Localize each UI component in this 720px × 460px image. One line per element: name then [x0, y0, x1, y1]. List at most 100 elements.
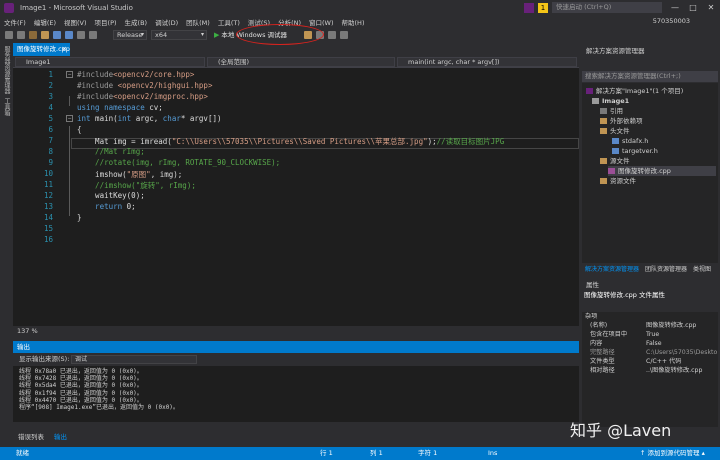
property-row[interactable]: 完整路径 C:\Users\57035\Deskto: [582, 348, 718, 357]
code-line-11: //imshow("旋转", rImg);: [77, 181, 196, 190]
tree-item-solution[interactable]: 解决方案"Image1"(1 个项目): [586, 86, 683, 96]
tab-class-view[interactable]: 类视图: [690, 264, 714, 275]
configuration-select[interactable]: Release: [113, 30, 147, 40]
notification-flag-icon[interactable]: 1: [538, 2, 548, 13]
right-panel-tabs: 解决方案资源管理器 团队资源管理器 类视图: [582, 264, 718, 275]
line-number: 15: [43, 224, 53, 233]
tab-team-explorer[interactable]: 团队资源管理器: [642, 264, 690, 275]
references-icon: [600, 108, 607, 114]
menu-team[interactable]: 团队(M): [182, 17, 214, 27]
output-source-bar: 显示输出来源(S): 调试: [13, 353, 579, 366]
line-number: 10: [43, 169, 53, 178]
output-source-select[interactable]: 调试: [71, 355, 197, 364]
project-nav-select[interactable]: Image1: [15, 57, 205, 67]
project-icon: [592, 98, 599, 104]
undo-icon[interactable]: [77, 31, 85, 39]
scope-nav-select[interactable]: (全局范围): [207, 57, 395, 67]
line-number: 5: [48, 114, 53, 123]
properties-subject[interactable]: 图像旋转修改.cpp 文件属性: [582, 290, 718, 300]
tab-solution-explorer[interactable]: 解决方案资源管理器: [582, 264, 642, 275]
tree-item-source-files[interactable]: 源文件: [600, 156, 630, 166]
document-tab[interactable]: 图像旋转修改.cpp ✕: [13, 43, 70, 56]
save-icon[interactable]: [53, 31, 61, 39]
menu-help[interactable]: 帮助(H): [338, 17, 369, 27]
line-number: 3: [48, 92, 53, 101]
tab-output[interactable]: 输出: [49, 432, 72, 443]
toolbox-tab[interactable]: 工具箱: [2, 98, 11, 116]
collapse-main-icon[interactable]: −: [66, 115, 73, 122]
folder-icon: [600, 178, 607, 184]
property-row[interactable]: 文件类型 C/C++ 代码: [582, 357, 718, 366]
server-explorer-tab[interactable]: 服务器资源管理器: [2, 46, 11, 94]
watermark: 知乎 @Laven: [570, 421, 672, 440]
status-line: 行 1: [320, 449, 333, 457]
maximize-button[interactable]: □: [684, 3, 702, 12]
tree-item-resource-files[interactable]: 资源文件: [600, 176, 636, 186]
solution-search-input[interactable]: 搜索解决方案资源管理器(Ctrl+;): [582, 71, 718, 82]
save-all-icon[interactable]: [65, 31, 73, 39]
properties-grid: 杂项 (名称) 图像旋转修改.cpp 包含在项目中 True 内容 False 完整路…: [582, 312, 718, 427]
tree-item-external-deps[interactable]: 外部依赖项: [600, 116, 643, 126]
property-row[interactable]: 相对路径 ..\图像旋转修改.cpp: [582, 366, 718, 375]
toolbar-extra-icon-3[interactable]: [328, 31, 337, 39]
output-line: 线程 0x4470 已退出，返回值为 0 (0x0)。: [19, 396, 143, 404]
status-ins: Ins: [488, 449, 498, 457]
tree-item-targetver[interactable]: targetver.h: [612, 146, 658, 156]
menu-file[interactable]: 文件(F): [0, 17, 30, 27]
property-row[interactable]: 内容 False: [582, 339, 718, 348]
code-editor[interactable]: − − 1 2 3 4 5 6 7 8 9 10 11 12 13 14 15 …: [13, 68, 579, 326]
menu-build[interactable]: 生成(B): [121, 17, 152, 27]
output-line: 线程 0x5da4 已退出，返回值为 0 (0x0)。: [19, 382, 143, 390]
member-nav-select[interactable]: main(int argc, char * argv[]): [397, 57, 577, 67]
properties-toolbar: [582, 300, 718, 311]
collapse-include-icon[interactable]: −: [66, 71, 73, 78]
back-icon[interactable]: [5, 31, 13, 39]
output-text[interactable]: 线程 0x78a0 已退出，返回值为 0 (0x0)。 线程 0x7428 已退…: [13, 366, 579, 422]
source-control-button[interactable]: ↑ 添加到源代码管理 ▴: [640, 447, 705, 460]
line-number: 6: [48, 125, 53, 134]
property-section[interactable]: 杂项: [582, 312, 718, 321]
code-line-14: }: [77, 213, 82, 222]
solution-icon: [586, 88, 593, 94]
menu-edit[interactable]: 编辑(E): [30, 17, 60, 27]
redo-icon[interactable]: [89, 31, 97, 39]
window-title: Image1 - Microsoft Visual Studio: [20, 3, 133, 12]
account-name[interactable]: 570350003: [653, 15, 690, 28]
close-tab-icon[interactable]: ✕: [62, 43, 67, 56]
platform-select[interactable]: x64: [151, 30, 207, 40]
toolbar-extra-icon-4[interactable]: [340, 31, 349, 39]
menu-view[interactable]: 视图(V): [60, 17, 91, 27]
line-number: 2: [48, 81, 53, 90]
tree-item-cpp-file[interactable]: 图像旋转修改.cpp: [608, 166, 716, 176]
new-project-icon[interactable]: [29, 31, 37, 39]
tree-item-project[interactable]: Image1: [592, 96, 629, 106]
properties-title: 属性: [586, 281, 599, 289]
code-line-7: Mat img = imread("C:\\Users\\57035\\Pict…: [77, 137, 505, 146]
code-line-5: int main(int argc, char* argv[]): [77, 114, 222, 123]
visual-studio-icon: [4, 2, 14, 13]
folder-icon: [600, 128, 607, 134]
quick-launch-input[interactable]: 快速启动 (Ctrl+Q): [552, 2, 662, 13]
output-line: 线程 0x1f94 已退出，返回值为 0 (0x0)。: [19, 389, 143, 397]
open-file-icon[interactable]: [41, 31, 49, 39]
code-line-4: using namespace cv;: [77, 103, 163, 112]
feedback-filter-icon[interactable]: [524, 2, 534, 13]
close-window-button[interactable]: ✕: [702, 3, 720, 12]
tree-item-stdafx[interactable]: stdafx.h: [612, 136, 648, 146]
header-file-icon: [612, 138, 619, 144]
tree-item-references[interactable]: 引用: [600, 106, 623, 116]
menu-window[interactable]: 窗口(W): [305, 17, 338, 27]
property-row[interactable]: (名称) 图像旋转修改.cpp: [582, 321, 718, 330]
navigation-bar: Image1 (全局范围) main(int argc, char * argv…: [13, 56, 579, 68]
property-row[interactable]: 包含在项目中 True: [582, 330, 718, 339]
forward-icon[interactable]: [17, 31, 25, 39]
tree-item-header-files[interactable]: 头文件: [600, 126, 630, 136]
line-number: 11: [43, 180, 53, 189]
folder-icon: [600, 118, 607, 124]
tab-error-list[interactable]: 错误列表: [13, 432, 49, 443]
menu-debug[interactable]: 调试(D): [151, 17, 182, 27]
menu-tools[interactable]: 工具(T): [214, 17, 244, 27]
minimize-button[interactable]: —: [666, 3, 684, 12]
menu-project[interactable]: 项目(P): [91, 17, 121, 27]
zoom-level[interactable]: 137 %: [17, 327, 38, 335]
